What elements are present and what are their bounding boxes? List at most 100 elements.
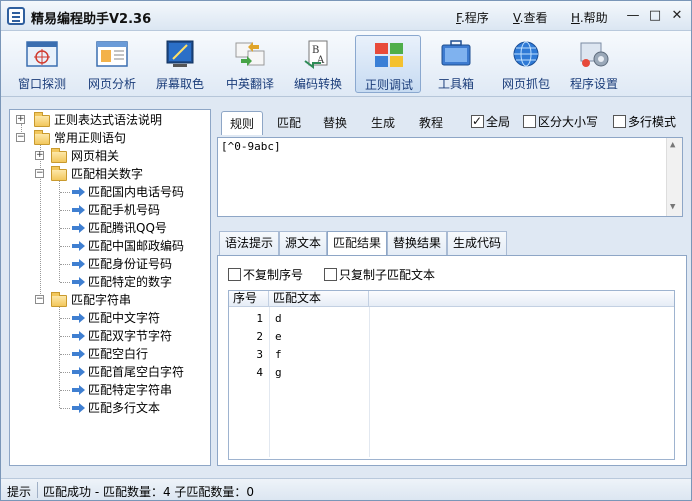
scroll-up-icon[interactable]: ▲: [670, 140, 675, 150]
tree-node-common[interactable]: − 常用正则语句: [14, 129, 210, 147]
tree-leaf-item[interactable]: 匹配多行文本: [52, 399, 210, 417]
no-copy-index-checkbox[interactable]: 不复制序号: [228, 266, 303, 283]
tree-leaf-item[interactable]: 匹配腾讯QQ号: [52, 219, 210, 237]
maximize-button[interactable]: □: [647, 8, 663, 24]
tree-leaf-label: 匹配手机号码: [88, 203, 161, 217]
tab-match-result[interactable]: 匹配结果: [327, 231, 388, 256]
match-result-table[interactable]: 序号 匹配文本 1d2e3f4g: [228, 290, 675, 460]
tool-packet-capture[interactable]: 网页抓包: [493, 35, 559, 93]
regex-tab-bar: 规则 匹配 替换 生成 教程 全局 区分大小写 多行模式: [217, 109, 687, 137]
tool-toolbox[interactable]: 工具箱: [423, 35, 489, 93]
menu-view[interactable]: V.查看: [513, 9, 548, 26]
tree-node-label: 网页相关: [71, 149, 120, 163]
menu-program[interactable]: F.程序: [456, 9, 489, 26]
tree-leaf-item[interactable]: 匹配国内电话号码: [52, 183, 210, 201]
tool-translate[interactable]: 中英翻译: [217, 35, 283, 93]
tree-leaf-label: 匹配腾讯QQ号: [88, 221, 167, 235]
table-row[interactable]: 1d: [229, 310, 674, 328]
multiline-checkbox[interactable]: 多行模式: [613, 114, 676, 130]
regex-item-icon: [72, 187, 85, 197]
tree-node-syntax[interactable]: + 正则表达式语法说明: [14, 111, 210, 129]
checkbox-checked-icon[interactable]: [471, 113, 484, 129]
tool-regex-debug[interactable]: 正则调试: [355, 35, 421, 93]
expand-plus-icon[interactable]: +: [35, 151, 44, 160]
table-row[interactable]: 3f: [229, 346, 674, 364]
minimize-button[interactable]: —: [625, 8, 641, 24]
app-logo-icon: [7, 7, 25, 25]
regex-input[interactable]: [^0-9abc] ▲ ▼: [217, 137, 683, 217]
tree-leaf-item[interactable]: 匹配身份证号码: [52, 255, 210, 273]
tree-leaf-item[interactable]: 匹配特定的数字: [52, 273, 210, 291]
tree-node-label: 正则表达式语法说明: [54, 113, 163, 127]
column-header-match-text[interactable]: 匹配文本: [269, 291, 369, 307]
tree-leaf-label: 匹配特定的数字: [88, 275, 173, 289]
menu-help[interactable]: H.帮助: [571, 9, 608, 26]
tab-source-text[interactable]: 源文本: [279, 231, 328, 255]
checkbox-icon[interactable]: [324, 268, 337, 281]
cell-index: 4: [256, 366, 263, 379]
tab-generate-code[interactable]: 生成代码: [447, 231, 508, 255]
tool-toolbox-label: 工具箱: [437, 77, 474, 91]
tree-connector: [60, 408, 70, 409]
menu-help-key: H: [571, 11, 580, 25]
collapse-minus-icon[interactable]: −: [35, 295, 44, 304]
tab-match[interactable]: 匹配: [269, 111, 309, 135]
tool-window-probe-label: 窗口探测: [17, 77, 66, 91]
tree-leaf-item[interactable]: 匹配中文字符: [52, 309, 210, 327]
tree-leaf-item[interactable]: 匹配双字节字符: [52, 327, 210, 345]
tree-leaf-label: 匹配双字节字符: [88, 329, 173, 343]
table-row[interactable]: 2e: [229, 328, 674, 346]
tree-leaf-item[interactable]: 匹配首尾空白字符: [52, 363, 210, 381]
tool-settings-label: 程序设置: [569, 77, 618, 91]
main-window: 精易编程助手V2.36 F.程序 V.查看 H.帮助 — □ ✕ 窗口探测 网页…: [0, 0, 692, 501]
regex-item-icon: [72, 367, 85, 377]
collapse-minus-icon[interactable]: −: [16, 133, 25, 142]
tree-connector: [60, 282, 70, 283]
tab-replace-result[interactable]: 替换结果: [387, 231, 448, 255]
tree-leaf-item[interactable]: 匹配空白行: [52, 345, 210, 363]
folder-open-icon: [51, 166, 67, 181]
expand-plus-icon[interactable]: +: [16, 115, 25, 124]
tool-encoding[interactable]: B A 编码转换: [285, 35, 351, 93]
tree-leaf-item[interactable]: 匹配手机号码: [52, 201, 210, 219]
column-header-index[interactable]: 序号: [229, 291, 269, 307]
tree-leaf-label: 匹配特定字符串: [88, 383, 173, 397]
tree-connector: [60, 246, 70, 247]
packet-capture-icon: [513, 41, 539, 67]
tree-leaf-label: 匹配多行文本: [88, 401, 161, 415]
table-row[interactable]: 4g: [229, 364, 674, 382]
tree-node-strings[interactable]: − 匹配字符串: [33, 291, 210, 309]
tree-node-web[interactable]: + 网页相关: [33, 147, 210, 165]
tool-window-probe[interactable]: 窗口探测: [9, 35, 75, 93]
tree-node-numbers[interactable]: − 匹配相关数字: [33, 165, 210, 183]
folder-icon: [51, 148, 67, 163]
title-bar: 精易编程助手V2.36 F.程序 V.查看 H.帮助 — □ ✕: [1, 1, 691, 31]
tool-web-analyze-label: 网页分析: [87, 77, 136, 91]
tab-replace[interactable]: 替换: [315, 111, 355, 135]
close-button[interactable]: ✕: [669, 8, 685, 24]
tree-connector: [60, 390, 70, 391]
copy-sub-only-checkbox[interactable]: 只复制子匹配文本: [324, 266, 435, 283]
tree-connector: [60, 192, 70, 193]
tab-rule[interactable]: 规则: [221, 111, 264, 135]
checkbox-icon[interactable]: [228, 268, 241, 281]
tool-web-analyze[interactable]: 网页分析: [79, 35, 145, 93]
tool-color-picker[interactable]: 屏幕取色: [147, 35, 213, 93]
tree-leaf-item[interactable]: 匹配特定字符串: [52, 381, 210, 399]
tab-tutorial[interactable]: 教程: [411, 111, 451, 135]
tree-leaf-label: 匹配空白行: [88, 347, 149, 361]
tool-settings[interactable]: 程序设置: [561, 35, 627, 93]
global-checkbox[interactable]: 全局: [471, 113, 510, 130]
tree-leaf-item[interactable]: 匹配中国邮政编码: [52, 237, 210, 255]
scroll-down-icon[interactable]: ▼: [670, 202, 675, 212]
case-sensitive-checkbox[interactable]: 区分大小写: [523, 114, 598, 130]
regex-item-icon: [72, 259, 85, 269]
regex-item-icon: [72, 277, 85, 287]
tab-generate[interactable]: 生成: [363, 111, 403, 135]
checkbox-icon[interactable]: [613, 115, 626, 128]
regex-scrollbar[interactable]: ▲ ▼: [666, 138, 682, 216]
collapse-minus-icon[interactable]: −: [35, 169, 44, 178]
checkbox-icon[interactable]: [523, 115, 536, 128]
tab-syntax-hint[interactable]: 语法提示: [219, 231, 280, 255]
web-analyze-icon: [96, 41, 128, 67]
